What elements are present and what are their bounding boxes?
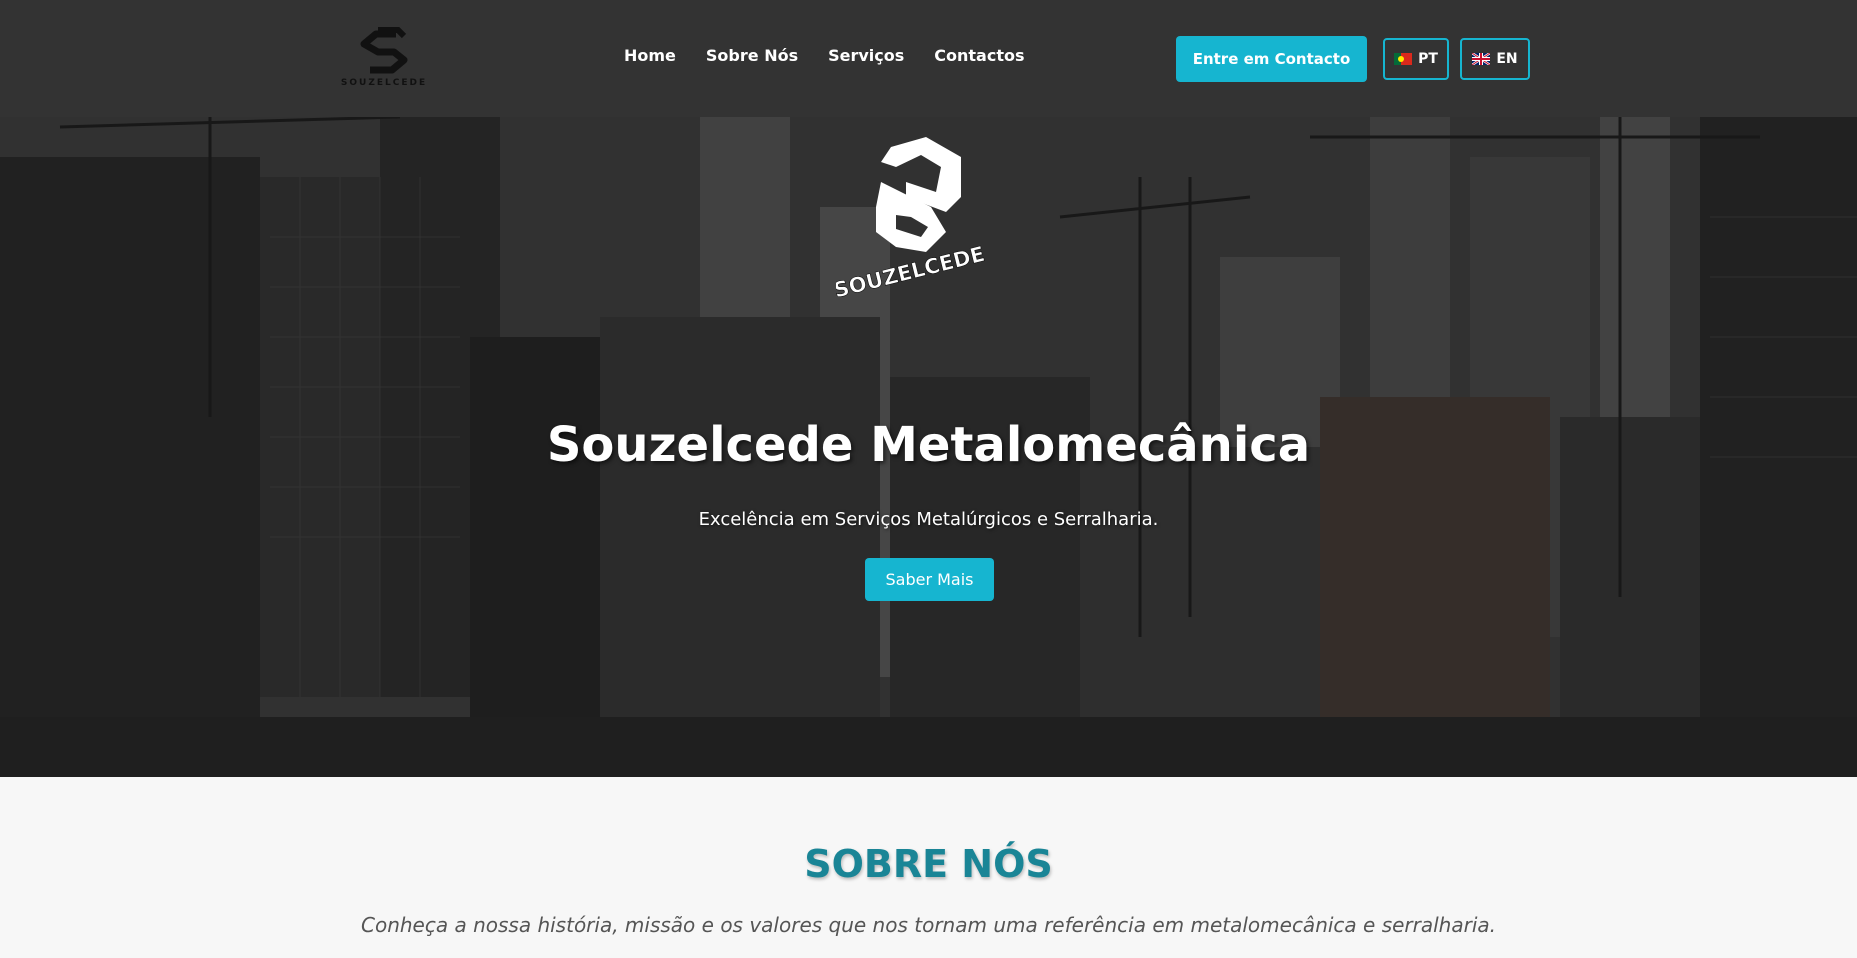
main-nav: Home Sobre Nós Serviços Contactos	[624, 46, 1025, 65]
site-logo[interactable]: SOUZELCEDE	[338, 26, 430, 92]
about-title: SOBRE NÓS	[804, 842, 1053, 886]
language-pt-label: PT	[1418, 51, 1438, 67]
language-en-label: EN	[1496, 51, 1518, 67]
hero-section: SOUZELCEDE Souzelcede Metalomecânica Exc…	[0, 117, 1857, 777]
nav-sobre-nos[interactable]: Sobre Nós	[706, 46, 798, 65]
hero-title: Souzelcede Metalomecânica	[546, 417, 1311, 473]
hero-subtitle: Excelência em Serviços Metalúrgicos e Se…	[698, 509, 1159, 530]
logo-wordmark: SOUZELCEDE	[340, 78, 428, 88]
logo-icon	[360, 27, 408, 74]
hero-logo-icon: SOUZELCEDE	[836, 137, 986, 302]
site-header: SOUZELCEDE Home Sobre Nós Serviços Conta…	[0, 0, 1857, 117]
uk-flag-icon	[1472, 53, 1491, 65]
language-en-button[interactable]: EN	[1460, 38, 1530, 80]
language-pt-button[interactable]: PT	[1383, 38, 1449, 80]
contact-button[interactable]: Entre em Contacto	[1176, 36, 1367, 82]
hero-logo-wordmark: SOUZELCEDE	[836, 242, 986, 302]
nav-contactos[interactable]: Contactos	[934, 46, 1024, 65]
about-subtitle: Conheça a nossa história, missão e os va…	[361, 913, 1496, 937]
portugal-flag-icon	[1394, 53, 1413, 65]
nav-home[interactable]: Home	[624, 46, 676, 65]
saber-mais-button[interactable]: Saber Mais	[865, 558, 994, 601]
nav-servicos[interactable]: Serviços	[828, 46, 904, 65]
